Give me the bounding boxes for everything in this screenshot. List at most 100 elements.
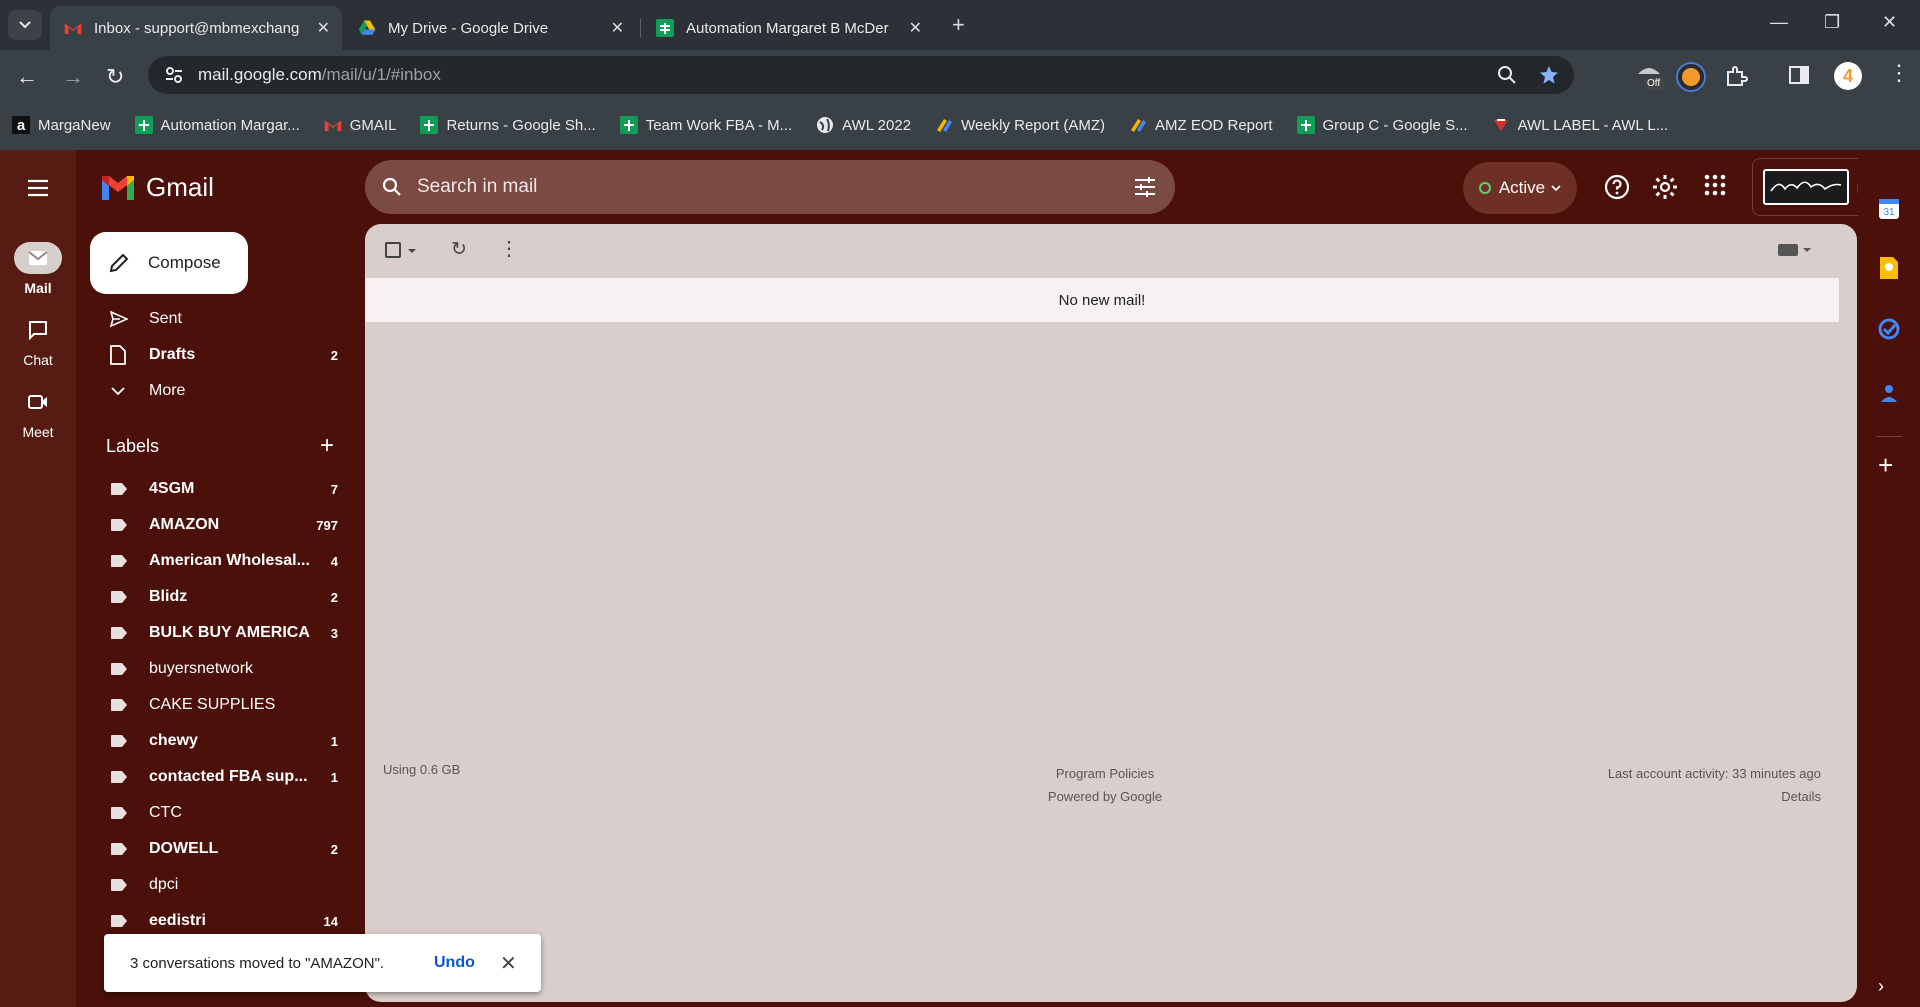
label-item[interactable]: CTC bbox=[76, 796, 364, 830]
tab-search-button[interactable] bbox=[8, 10, 42, 40]
search-input[interactable]: Search in mail bbox=[417, 176, 537, 198]
zoom-icon[interactable] bbox=[1496, 64, 1518, 86]
search-icon[interactable] bbox=[381, 176, 403, 198]
close-icon[interactable]: ✕ bbox=[500, 951, 517, 976]
bookmark-marganew[interactable]: a MargaNew bbox=[12, 116, 111, 134]
label-item[interactable]: eedistri 14 bbox=[76, 904, 364, 938]
label-item[interactable]: American Wholesal... 4 bbox=[76, 544, 364, 578]
rail-chat[interactable]: Chat bbox=[0, 314, 76, 368]
more-options-icon[interactable]: ⋮ bbox=[499, 236, 519, 261]
side-panel-icon[interactable] bbox=[1788, 64, 1810, 86]
storage-usage[interactable]: Using 0.6 GB bbox=[383, 762, 460, 777]
label-item[interactable]: buyersnetwork bbox=[76, 652, 364, 686]
bookmark-awl-label[interactable]: AWL LABEL - AWL L... bbox=[1492, 116, 1668, 134]
google-drive-icon bbox=[358, 20, 376, 35]
help-icon[interactable] bbox=[1604, 174, 1630, 200]
label-item[interactable]: 4SGM 7 bbox=[76, 472, 364, 506]
select-dropdown-icon[interactable] bbox=[407, 248, 417, 254]
last-activity-text: Last account activity: 33 minutes ago bbox=[1607, 766, 1821, 781]
status-selector[interactable]: Active bbox=[1463, 162, 1577, 214]
label-item[interactable]: dpci bbox=[76, 868, 364, 902]
reload-icon[interactable]: ↻ bbox=[106, 64, 124, 90]
label-count: 1 bbox=[330, 733, 338, 749]
label-item[interactable]: contacted FBA sup... 1 bbox=[76, 760, 364, 794]
bookmark-label: AWL 2022 bbox=[842, 116, 912, 134]
bookmark-label: Returns - Google Sh... bbox=[446, 116, 596, 134]
settings-gear-icon[interactable] bbox=[1652, 174, 1678, 200]
profile-avatar[interactable]: 4 bbox=[1834, 62, 1862, 90]
bookmark-group-c[interactable]: Group C - Google S... bbox=[1296, 116, 1468, 134]
incognito-off-extension-icon[interactable]: Off bbox=[1634, 62, 1664, 92]
undo-button[interactable]: Undo bbox=[434, 954, 475, 972]
rail-meet[interactable]: Meet bbox=[0, 386, 76, 440]
label-item[interactable]: Blidz 2 bbox=[76, 580, 364, 614]
refresh-icon[interactable]: ↻ bbox=[451, 238, 467, 261]
tab-automation-sheet[interactable]: Automation Margaret B McDer ✕ bbox=[642, 6, 934, 50]
send-icon bbox=[110, 311, 128, 327]
chrome-menu-icon[interactable]: ⋮ bbox=[1888, 60, 1910, 86]
footer-center: Program Policies Powered by Google bbox=[985, 762, 1225, 808]
label-tag-icon bbox=[111, 735, 127, 747]
chevron-right-icon[interactable]: › bbox=[1878, 976, 1884, 997]
label-item[interactable]: chewy 1 bbox=[76, 724, 364, 758]
bookmark-label: AMZ EOD Report bbox=[1154, 116, 1273, 134]
close-icon[interactable]: ✕ bbox=[317, 18, 330, 38]
label-item[interactable]: DOWELL 2 bbox=[76, 832, 364, 866]
site-settings-icon[interactable] bbox=[164, 65, 184, 85]
nav-item-sent[interactable]: Sent bbox=[76, 302, 364, 336]
label-item[interactable]: CAKE SUPPLIES bbox=[76, 688, 364, 722]
main-menu-icon[interactable] bbox=[26, 178, 50, 198]
label-item[interactable]: AMAZON 797 bbox=[76, 508, 364, 542]
bookmark-label: Team Work FBA - M... bbox=[645, 116, 793, 134]
nav-item-more[interactable]: More bbox=[76, 374, 364, 408]
select-all-checkbox[interactable] bbox=[385, 242, 401, 258]
calendar-icon[interactable]: 31 bbox=[1878, 198, 1900, 220]
tab-google-drive[interactable]: My Drive - Google Drive ✕ bbox=[344, 6, 636, 50]
search-options-icon[interactable] bbox=[1133, 176, 1157, 198]
bookmark-weekly-report[interactable]: Weekly Report (AMZ) bbox=[935, 116, 1105, 134]
gmail-logo[interactable]: Gmail bbox=[100, 172, 214, 203]
window-close-icon[interactable]: ✕ bbox=[1882, 12, 1897, 33]
search-bar[interactable]: Search in mail bbox=[365, 160, 1175, 214]
bookmark-amz-eod[interactable]: AMZ EOD Report bbox=[1129, 116, 1273, 134]
rail-mail[interactable]: Mail bbox=[0, 242, 76, 296]
forward-arrow-icon[interactable]: → bbox=[62, 64, 84, 90]
google-apps-grid-icon[interactable] bbox=[1704, 174, 1726, 196]
account-activity: Last account activity: 33 minutes ago De… bbox=[1608, 762, 1821, 808]
compose-button[interactable]: Compose bbox=[90, 232, 248, 294]
keyboard-input-icon[interactable] bbox=[1777, 240, 1811, 260]
add-label-icon[interactable]: + bbox=[320, 432, 334, 460]
label-item[interactable]: BULK BUY AMERICA 3 bbox=[76, 616, 364, 650]
restore-icon[interactable]: ❐ bbox=[1824, 12, 1840, 33]
message-list-panel: ↻ ⋮ No new mail! Using 0.6 GB Program Po… bbox=[365, 224, 1857, 1002]
bookmark-gmail[interactable]: GMAIL bbox=[324, 116, 396, 134]
keep-icon[interactable] bbox=[1878, 256, 1900, 280]
minimize-icon[interactable]: — bbox=[1770, 12, 1788, 33]
label-tag-icon bbox=[111, 555, 127, 567]
contacts-icon[interactable] bbox=[1878, 382, 1900, 404]
tab-separator bbox=[640, 18, 641, 38]
extensions-puzzle-icon[interactable] bbox=[1724, 64, 1748, 88]
program-policies-link[interactable]: Program Policies bbox=[985, 762, 1225, 785]
nav-item-drafts[interactable]: Drafts 2 bbox=[76, 338, 364, 372]
new-tab-button[interactable]: + bbox=[952, 12, 965, 38]
label-count: 7 bbox=[330, 481, 338, 497]
bookmark-star-icon[interactable] bbox=[1538, 64, 1560, 86]
close-icon[interactable]: ✕ bbox=[909, 18, 922, 38]
close-icon[interactable]: ✕ bbox=[611, 18, 624, 38]
tab-title: My Drive - Google Drive bbox=[388, 19, 549, 37]
bookmark-returns[interactable]: Returns - Google Sh... bbox=[420, 116, 596, 134]
extension-circle-icon[interactable] bbox=[1678, 64, 1704, 90]
bookmark-awl-2022[interactable]: AWL 2022 bbox=[816, 116, 911, 134]
label-name: DOWELL bbox=[149, 840, 219, 857]
bookmark-team-work[interactable]: Team Work FBA - M... bbox=[619, 116, 793, 134]
details-link[interactable]: Details bbox=[1608, 785, 1821, 808]
label-tag-icon bbox=[111, 663, 127, 675]
back-arrow-icon[interactable]: ← bbox=[16, 64, 38, 90]
tasks-icon[interactable] bbox=[1878, 318, 1900, 340]
bookmark-automation[interactable]: Automation Margar... bbox=[134, 116, 300, 134]
get-addons-plus-icon[interactable]: + bbox=[1878, 450, 1893, 481]
address-bar[interactable]: mail.google.com/mail/u/1/#inbox bbox=[148, 56, 1574, 94]
label-count: 797 bbox=[316, 517, 338, 533]
tab-gmail-inbox[interactable]: Inbox - support@mbmexchang ✕ bbox=[50, 6, 342, 50]
